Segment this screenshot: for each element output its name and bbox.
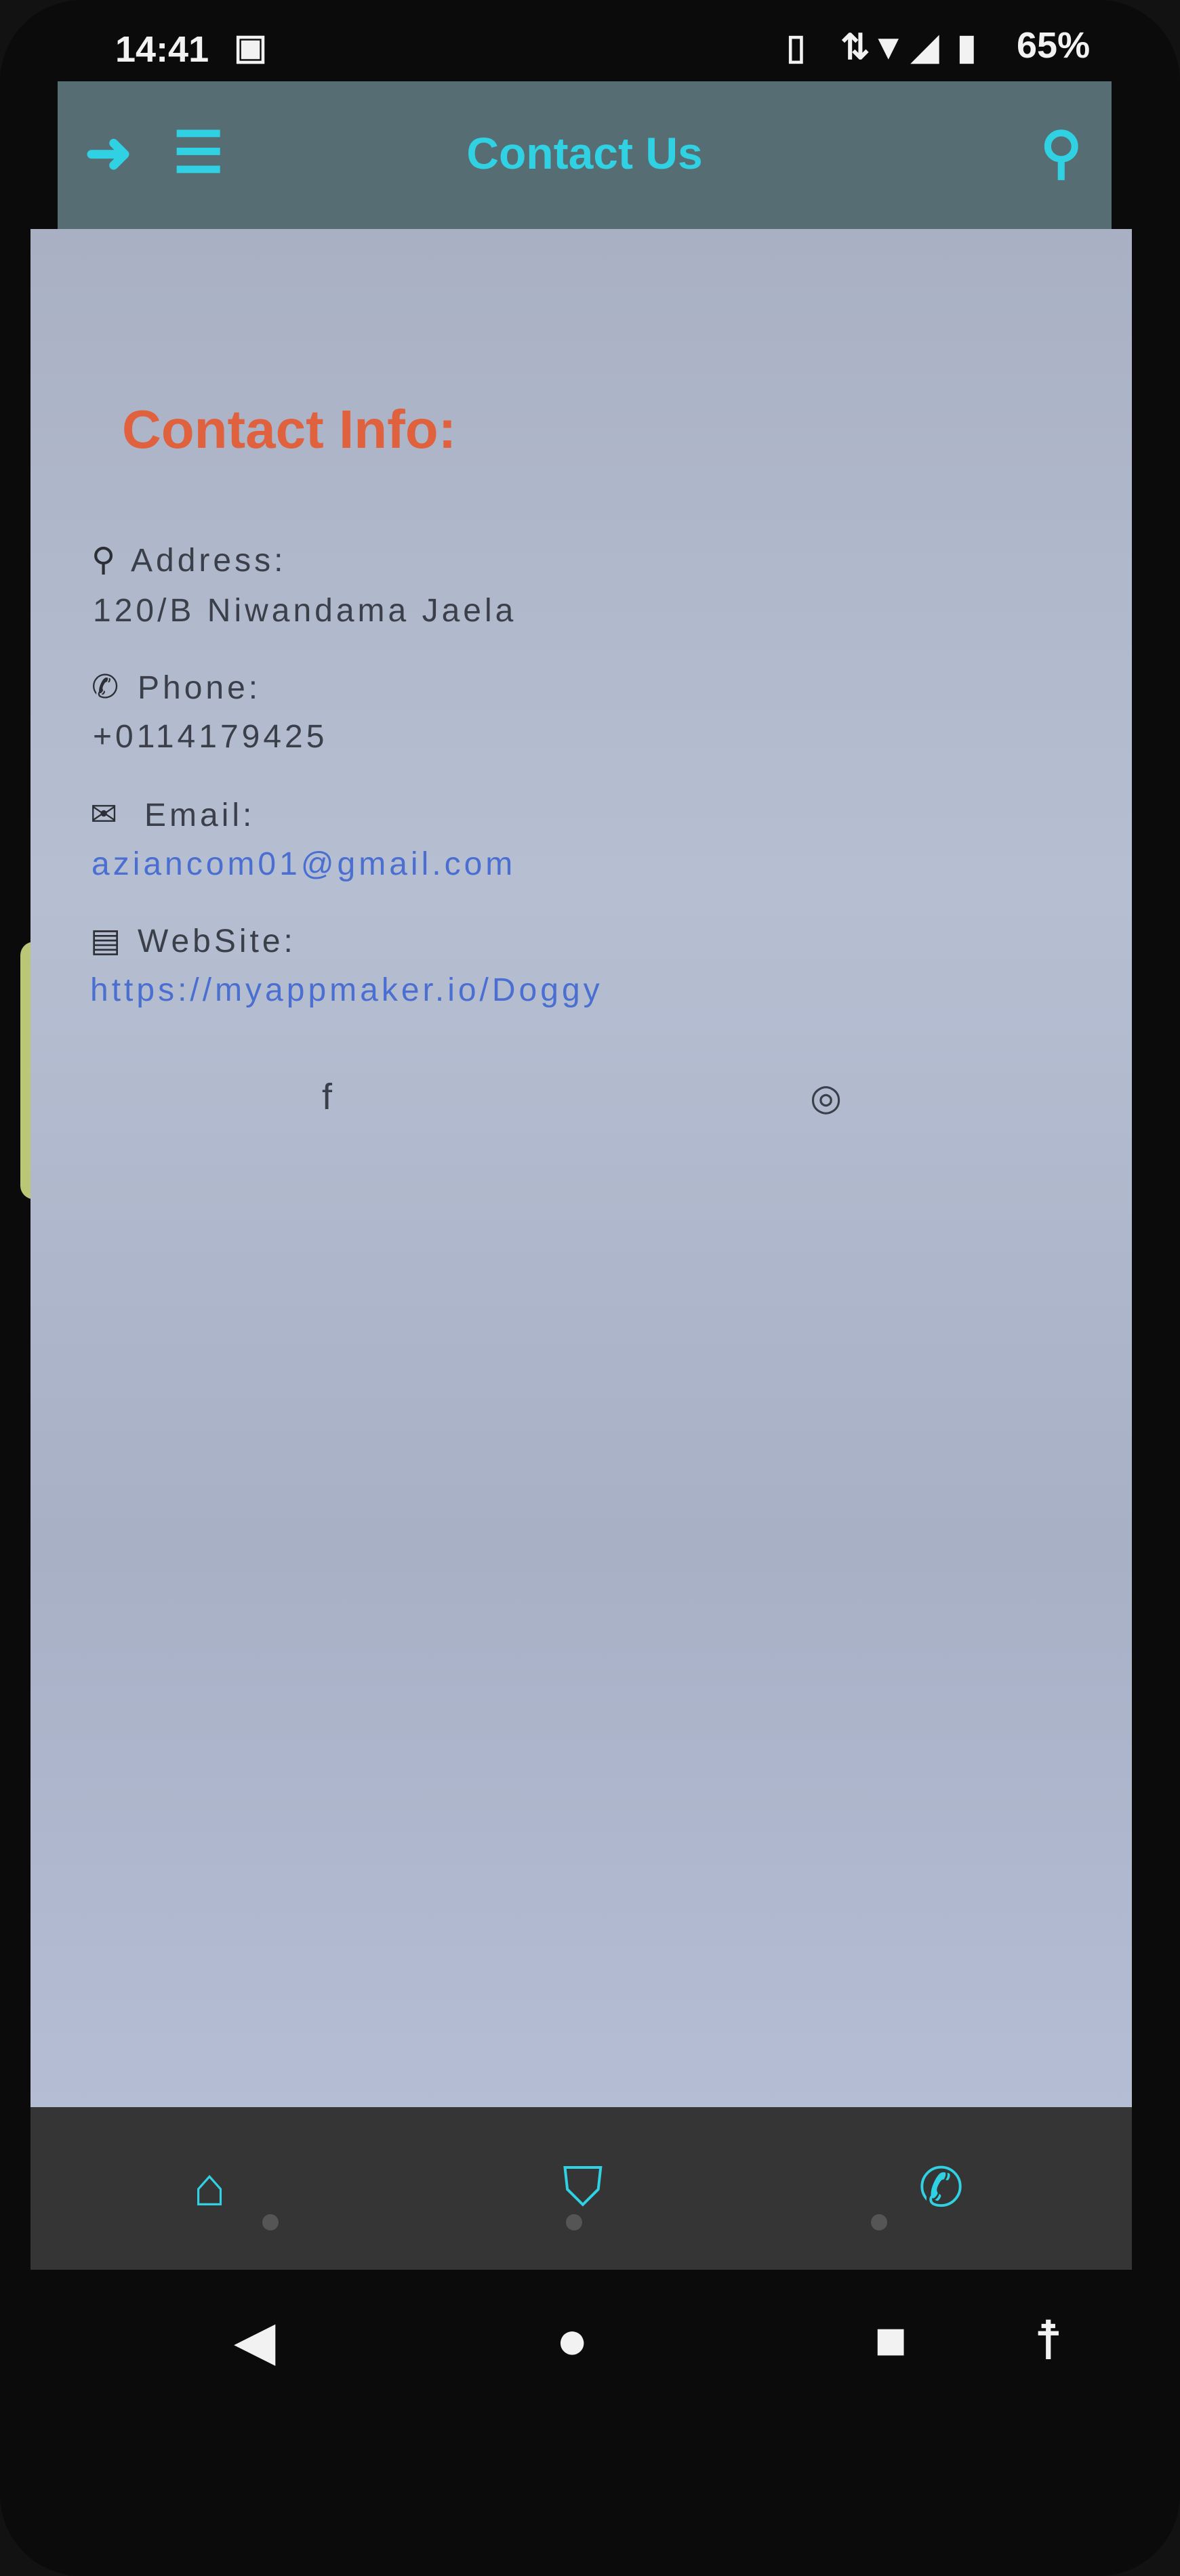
system-recents-icon[interactable]: ■ — [874, 2309, 907, 2371]
contact-content: Contact Info: ⚲ Address: 120/B Niwandama… — [30, 229, 1132, 2107]
bottom-navigation: ⌂ ⛉ ✆ — [30, 2107, 1132, 2270]
envelope-icon: ✉ — [90, 797, 118, 833]
home-icon[interactable]: ⌂ — [193, 2156, 226, 2218]
accessibility-icon[interactable]: ☨ — [1034, 2309, 1063, 2372]
nav-indicator-dot — [871, 2214, 887, 2230]
website-label: WebSite: — [138, 923, 296, 959]
contact-info-heading: Contact Info: — [122, 399, 457, 459]
nav-indicator-dot — [566, 2214, 582, 2230]
shield-badge-icon[interactable]: ⛉ — [563, 2156, 603, 2219]
battery-icon: ▮ — [957, 28, 977, 67]
page-title: Contact Us — [466, 128, 703, 178]
website-link[interactable]: https://myappmaker.io/Doggy — [90, 972, 603, 1009]
data-transfer-icon: ⇅ — [840, 28, 870, 67]
map-pin-icon: ⚲ — [91, 542, 116, 578]
phone-value[interactable]: +0114179425 — [93, 718, 327, 755]
email-link[interactable]: aziancom01@gmail.com — [91, 846, 516, 883]
email-label: Email: — [144, 797, 256, 833]
status-time: 14:41 — [115, 29, 209, 70]
facebook-icon[interactable]: f — [322, 1076, 332, 1118]
status-bar: 14:41 ▣ ▯ ⇅ ▼ ◢ ▮ 65% — [0, 0, 1180, 88]
battery-percent: 65% — [1017, 25, 1091, 66]
document-icon: ▤ — [90, 923, 121, 959]
phone-icon: ✆ — [91, 669, 119, 705]
instagram-icon[interactable]: ◎ — [810, 1076, 842, 1119]
address-value: 120/B Niwandama Jaela — [93, 593, 517, 629]
cell-signal-icon: ◢ — [912, 28, 939, 67]
wifi-icon: ▼ — [871, 28, 906, 67]
system-back-icon[interactable]: ◀ — [234, 2309, 276, 2372]
app-screen: ➜ ☰ Contact Us ⚲ Contact Info: ⚲ Address… — [30, 81, 1132, 2270]
phone-label: Phone: — [138, 670, 262, 706]
system-home-icon[interactable]: ● — [556, 2309, 588, 2371]
vibrate-icon: ▯ — [786, 28, 806, 67]
search-icon[interactable]: ⚲ — [1040, 119, 1082, 186]
address-label: Address: — [131, 543, 287, 579]
nav-indicator-dot — [262, 2214, 279, 2230]
app-bar: ➜ ☰ Contact Us ⚲ — [58, 81, 1112, 230]
gallery-notification-icon: ▣ — [234, 28, 268, 67]
system-navigation-bar: ◀ ● ■ ☨ — [0, 2270, 1180, 2405]
nav-phone-icon[interactable]: ✆ — [918, 2156, 964, 2219]
